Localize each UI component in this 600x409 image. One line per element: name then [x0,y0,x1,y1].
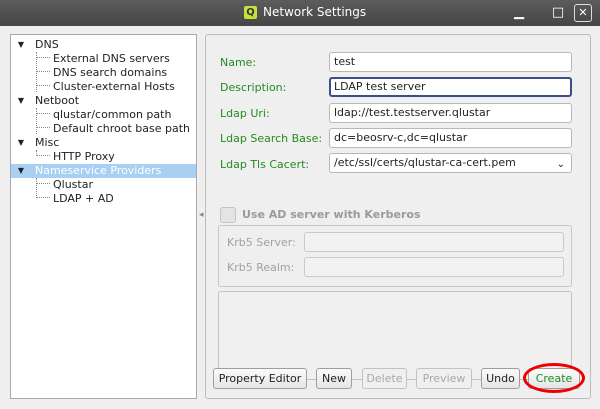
title-bar: Q Network Settings ▁ □ ✕ [0,0,600,26]
ldap-uri-label: Ldap Uri: [220,107,270,120]
tree-item-misc[interactable]: ▼ Misc [11,136,196,150]
ldap-tls-cacert-select[interactable]: /etc/ssl/certs/qlustar-ca-cert.pem ⌄ [329,153,572,173]
settings-tree: ▼ DNS External DNS servers DNS search do… [10,34,197,399]
expanded-arrow-icon[interactable]: ▼ [16,164,26,178]
tree-item-qlustar-common-path[interactable]: qlustar/common path [11,108,196,122]
tree-item-cluster-external-hosts[interactable]: Cluster-external Hosts [11,80,196,94]
tree-item-ldap-ad[interactable]: LDAP + AD [11,192,196,206]
tree-item-external-dns-servers[interactable]: External DNS servers [11,52,196,66]
details-text-area[interactable] [218,291,572,380]
undo-button[interactable]: Undo [481,368,520,389]
ldap-search-base-label: Ldap Search Base: [220,132,323,145]
window-title: Network Settings [263,5,367,19]
krb5-realm-field[interactable] [304,257,564,277]
preview-button[interactable]: Preview [416,368,472,389]
provider-form: Name: test Description: LDAP test server… [205,34,591,399]
ldap-uri-field[interactable]: ldap://test.testserver.qlustar [329,103,572,123]
name-label: Name: [220,56,257,69]
new-button[interactable]: New [316,368,352,389]
tree-item-http-proxy[interactable]: HTTP Proxy [11,150,196,164]
tree-item-nameservice-providers[interactable]: ▼ Nameservice Providers [11,164,196,178]
krb5-server-label: Krb5 Server: [227,236,296,249]
app-icon: Q [244,6,257,19]
krb5-realm-label: Krb5 Realm: [227,261,295,274]
name-field[interactable]: test [329,52,572,72]
tree-item-dns[interactable]: ▼ DNS [11,38,196,52]
panel-splitter[interactable]: ◂ [198,34,204,399]
expanded-arrow-icon[interactable]: ▼ [16,136,26,150]
krb5-server-field[interactable] [304,232,564,252]
kerberos-group: Krb5 Server: Krb5 Realm: [218,225,572,287]
create-button[interactable]: Create [528,368,580,389]
tree-item-dns-search-domains[interactable]: DNS search domains [11,66,196,80]
use-ad-kerberos-label: Use AD server with Kerberos [242,208,421,221]
tree-item-default-chroot-base-path[interactable]: Default chroot base path [11,122,196,136]
chevron-down-icon[interactable]: ⌄ [557,156,565,174]
ldap-tls-cacert-value: /etc/ssl/certs/qlustar-ca-cert.pem [334,156,516,169]
property-editor-button[interactable]: Property Editor [213,368,307,389]
tree-item-netboot[interactable]: ▼ Netboot [11,94,196,108]
checkbox-icon[interactable] [220,207,236,223]
description-field[interactable]: LDAP test server [329,77,572,97]
maximize-icon[interactable]: □ [549,4,567,22]
delete-button[interactable]: Delete [362,368,407,389]
description-label: Description: [220,81,287,94]
window-body: ▼ DNS External DNS servers DNS search do… [0,26,600,409]
tree-item-qlustar[interactable]: Qlustar [11,178,196,192]
close-icon[interactable]: ✕ [574,4,592,22]
expanded-arrow-icon[interactable]: ▼ [16,94,26,108]
minimize-icon[interactable]: ▁ [510,4,528,22]
expanded-arrow-icon[interactable]: ▼ [16,38,26,52]
ldap-search-base-field[interactable]: dc=beosrv-c,dc=qlustar [329,128,572,148]
ldap-tls-cacert-label: Ldap Tls Cacert: [220,158,310,171]
splitter-handle-icon[interactable]: ◂ [199,210,204,220]
